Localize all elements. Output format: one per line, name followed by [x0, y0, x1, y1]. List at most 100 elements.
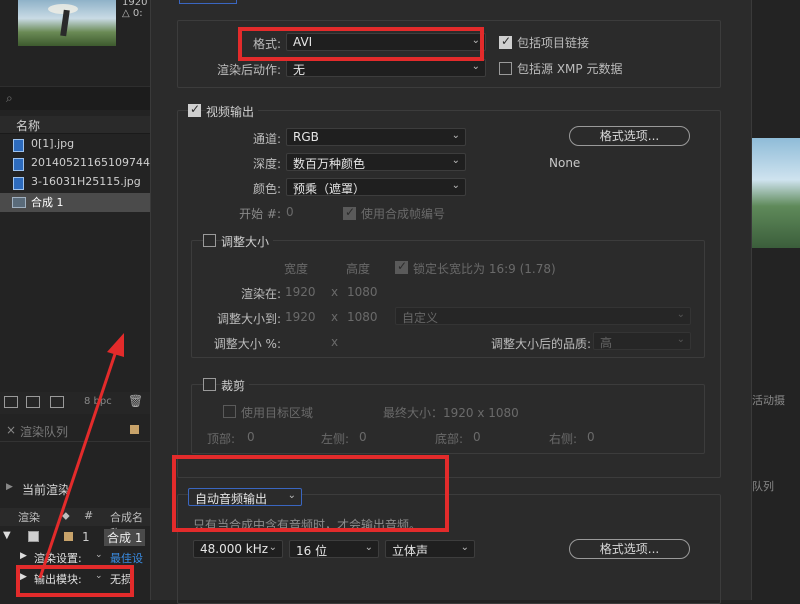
comp-color-swatch: [64, 532, 73, 541]
use-roi-label: 使用目标区域: [241, 406, 314, 420]
resize-width-input[interactable]: 1920: [285, 310, 316, 324]
crop-label: 裁剪: [221, 377, 250, 394]
video-format-options-button[interactable]: 格式选项...: [569, 126, 690, 146]
crop-top-input[interactable]: 0: [247, 430, 255, 444]
resize-checkbox[interactable]: [203, 234, 216, 247]
annotation-box-format: [238, 27, 484, 61]
interpret-footage-icon[interactable]: [4, 396, 18, 408]
lock-aspect-checkbox[interactable]: [395, 259, 408, 274]
crop-left-input[interactable]: 0: [359, 430, 367, 444]
new-folder-icon[interactable]: [26, 396, 40, 408]
chevron-down-icon: ⌄: [268, 542, 277, 553]
audio-bit-depth-dropdown[interactable]: 16 位 ⌄: [289, 540, 379, 558]
codec-value: None: [549, 156, 581, 170]
depth-label: 深度:: [252, 157, 281, 171]
name-column-label: 名称: [16, 119, 41, 133]
project-file-item[interactable]: 3-16031H25115.jpg: [0, 174, 150, 193]
dialog-tab-button[interactable]: [179, 0, 237, 4]
crop-right-label: 右侧:: [549, 432, 578, 446]
start-frame-label: 开始 #:: [239, 207, 281, 221]
composition-thumbnail: [18, 0, 116, 46]
post-render-label: 渲染后动作:: [216, 63, 281, 77]
crop-bottom-label: 底部:: [435, 432, 464, 446]
use-comp-frame-checkbox[interactable]: [343, 205, 356, 220]
rendering-height: 1080: [347, 285, 378, 299]
chevron-right-icon: ▶: [6, 482, 13, 492]
resize-height-input[interactable]: 1080: [347, 310, 378, 324]
crop-left-label: 左侧:: [321, 432, 350, 446]
queue-label: 队列: [752, 480, 774, 493]
annotation-box-audio: [172, 455, 449, 532]
search-icon: ⌕: [6, 91, 13, 105]
render-checkbox[interactable]: [28, 531, 39, 542]
composition-viewer-panel: [752, 0, 800, 600]
project-file-item[interactable]: 0[1].jpg: [0, 136, 150, 155]
x-separator: x: [331, 310, 339, 324]
crop-checkbox[interactable]: [203, 378, 216, 391]
sample-rate-dropdown[interactable]: 48.000 kHz ⌄: [193, 540, 283, 558]
label-tag-icon: ⬥: [62, 509, 70, 522]
resize-to-label: 调整大小到:: [216, 312, 281, 326]
render-settings-row[interactable]: ▶ 渲染设置: ⌄ 最佳设: [0, 547, 150, 567]
thumbnail-meta-duration: △ 0:: [122, 8, 143, 19]
render-queue-item[interactable]: ▼ 1 合成 1: [0, 527, 150, 547]
crop-top-label: 顶部:: [207, 432, 236, 446]
project-search-input[interactable]: ⌕: [0, 86, 150, 110]
lock-aspect-label: 锁定长宽比为 16:9 (1.78): [413, 262, 556, 276]
chevron-right-icon[interactable]: ▶: [20, 551, 27, 561]
new-composition-icon[interactable]: [50, 396, 64, 408]
project-column-header[interactable]: 名称: [0, 116, 150, 134]
channels-label: 通道:: [252, 132, 281, 146]
project-toolbar: 8 bpc 🗑: [0, 392, 150, 414]
chevron-down-icon: ⌄: [451, 180, 460, 191]
color-dropdown[interactable]: 预乘（遮罩） ⌄: [286, 178, 466, 196]
resize-preset-dropdown[interactable]: 自定义 ⌄: [395, 307, 691, 325]
render-queue-column-header: 渲染 ⬥ # 合成名称: [0, 508, 150, 540]
chevron-down-icon: ⌄: [471, 61, 480, 72]
final-size-label: 最终大小：1920 x 1080: [383, 406, 519, 420]
project-comp-item[interactable]: 合成 1: [0, 193, 150, 212]
start-frame-value[interactable]: 0: [286, 205, 294, 219]
active-camera-dropdown[interactable]: 活动摄: [752, 392, 800, 408]
depth-dropdown[interactable]: 数百万种颜色 ⌄: [286, 153, 466, 171]
current-render-section[interactable]: ▶ 当前渲染: [0, 478, 150, 500]
height-header: 高度: [346, 262, 371, 276]
render-settings-link[interactable]: 最佳设: [110, 550, 143, 566]
include-project-link-checkbox[interactable]: [499, 34, 512, 49]
crop-right-input[interactable]: 0: [587, 430, 595, 444]
audio-format-options-button[interactable]: 格式选项...: [569, 539, 690, 559]
rendering-at-label: 渲染在:: [240, 287, 281, 301]
chevron-down-icon[interactable]: ▼: [3, 530, 11, 541]
render-queue-tab[interactable]: × 渲染队列: [0, 420, 150, 442]
project-file-item[interactable]: 201405211651097446: [0, 155, 150, 174]
include-xmp-checkbox[interactable]: [499, 62, 512, 75]
crop-bottom-input[interactable]: 0: [473, 430, 481, 444]
color-label: 颜色:: [252, 182, 281, 196]
video-output-checkbox[interactable]: [188, 102, 201, 117]
resize-quality-label: 调整大小后的品质:: [490, 337, 591, 351]
x-separator: x: [331, 285, 339, 299]
include-xmp-label: 包括源 XMP 元数据: [517, 62, 623, 76]
chevron-down-icon: ⌄: [676, 334, 685, 345]
rendering-width: 1920: [285, 285, 316, 299]
resize-label: 调整大小: [221, 233, 274, 250]
trash-icon[interactable]: 🗑: [128, 394, 143, 408]
width-header: 宽度: [284, 262, 309, 276]
close-icon[interactable]: ×: [6, 423, 16, 437]
post-render-dropdown[interactable]: 无 ⌄: [286, 59, 486, 77]
video-output-label: 视频输出: [206, 103, 259, 120]
thumbnail-meta-resolution: 1920: [122, 0, 148, 8]
image-file-icon: [13, 139, 24, 152]
chevron-down-icon: ⌄: [460, 542, 469, 553]
use-roi-checkbox[interactable]: [223, 405, 236, 418]
use-comp-frame-label: 使用合成帧编号: [361, 207, 446, 221]
channels-dropdown[interactable]: RGB ⌄: [286, 128, 466, 146]
bit-depth-button[interactable]: 8 bpc: [84, 396, 112, 407]
resize-quality-dropdown[interactable]: 高 ⌄: [593, 332, 691, 350]
image-file-icon: [13, 177, 24, 190]
include-project-link-label: 包括项目链接: [517, 36, 590, 50]
x-separator: x: [331, 335, 339, 349]
chevron-down-icon[interactable]: ⌄: [95, 550, 103, 560]
audio-channels-dropdown[interactable]: 立体声 ⌄: [385, 540, 475, 558]
annotation-box-output-module: [16, 565, 134, 597]
